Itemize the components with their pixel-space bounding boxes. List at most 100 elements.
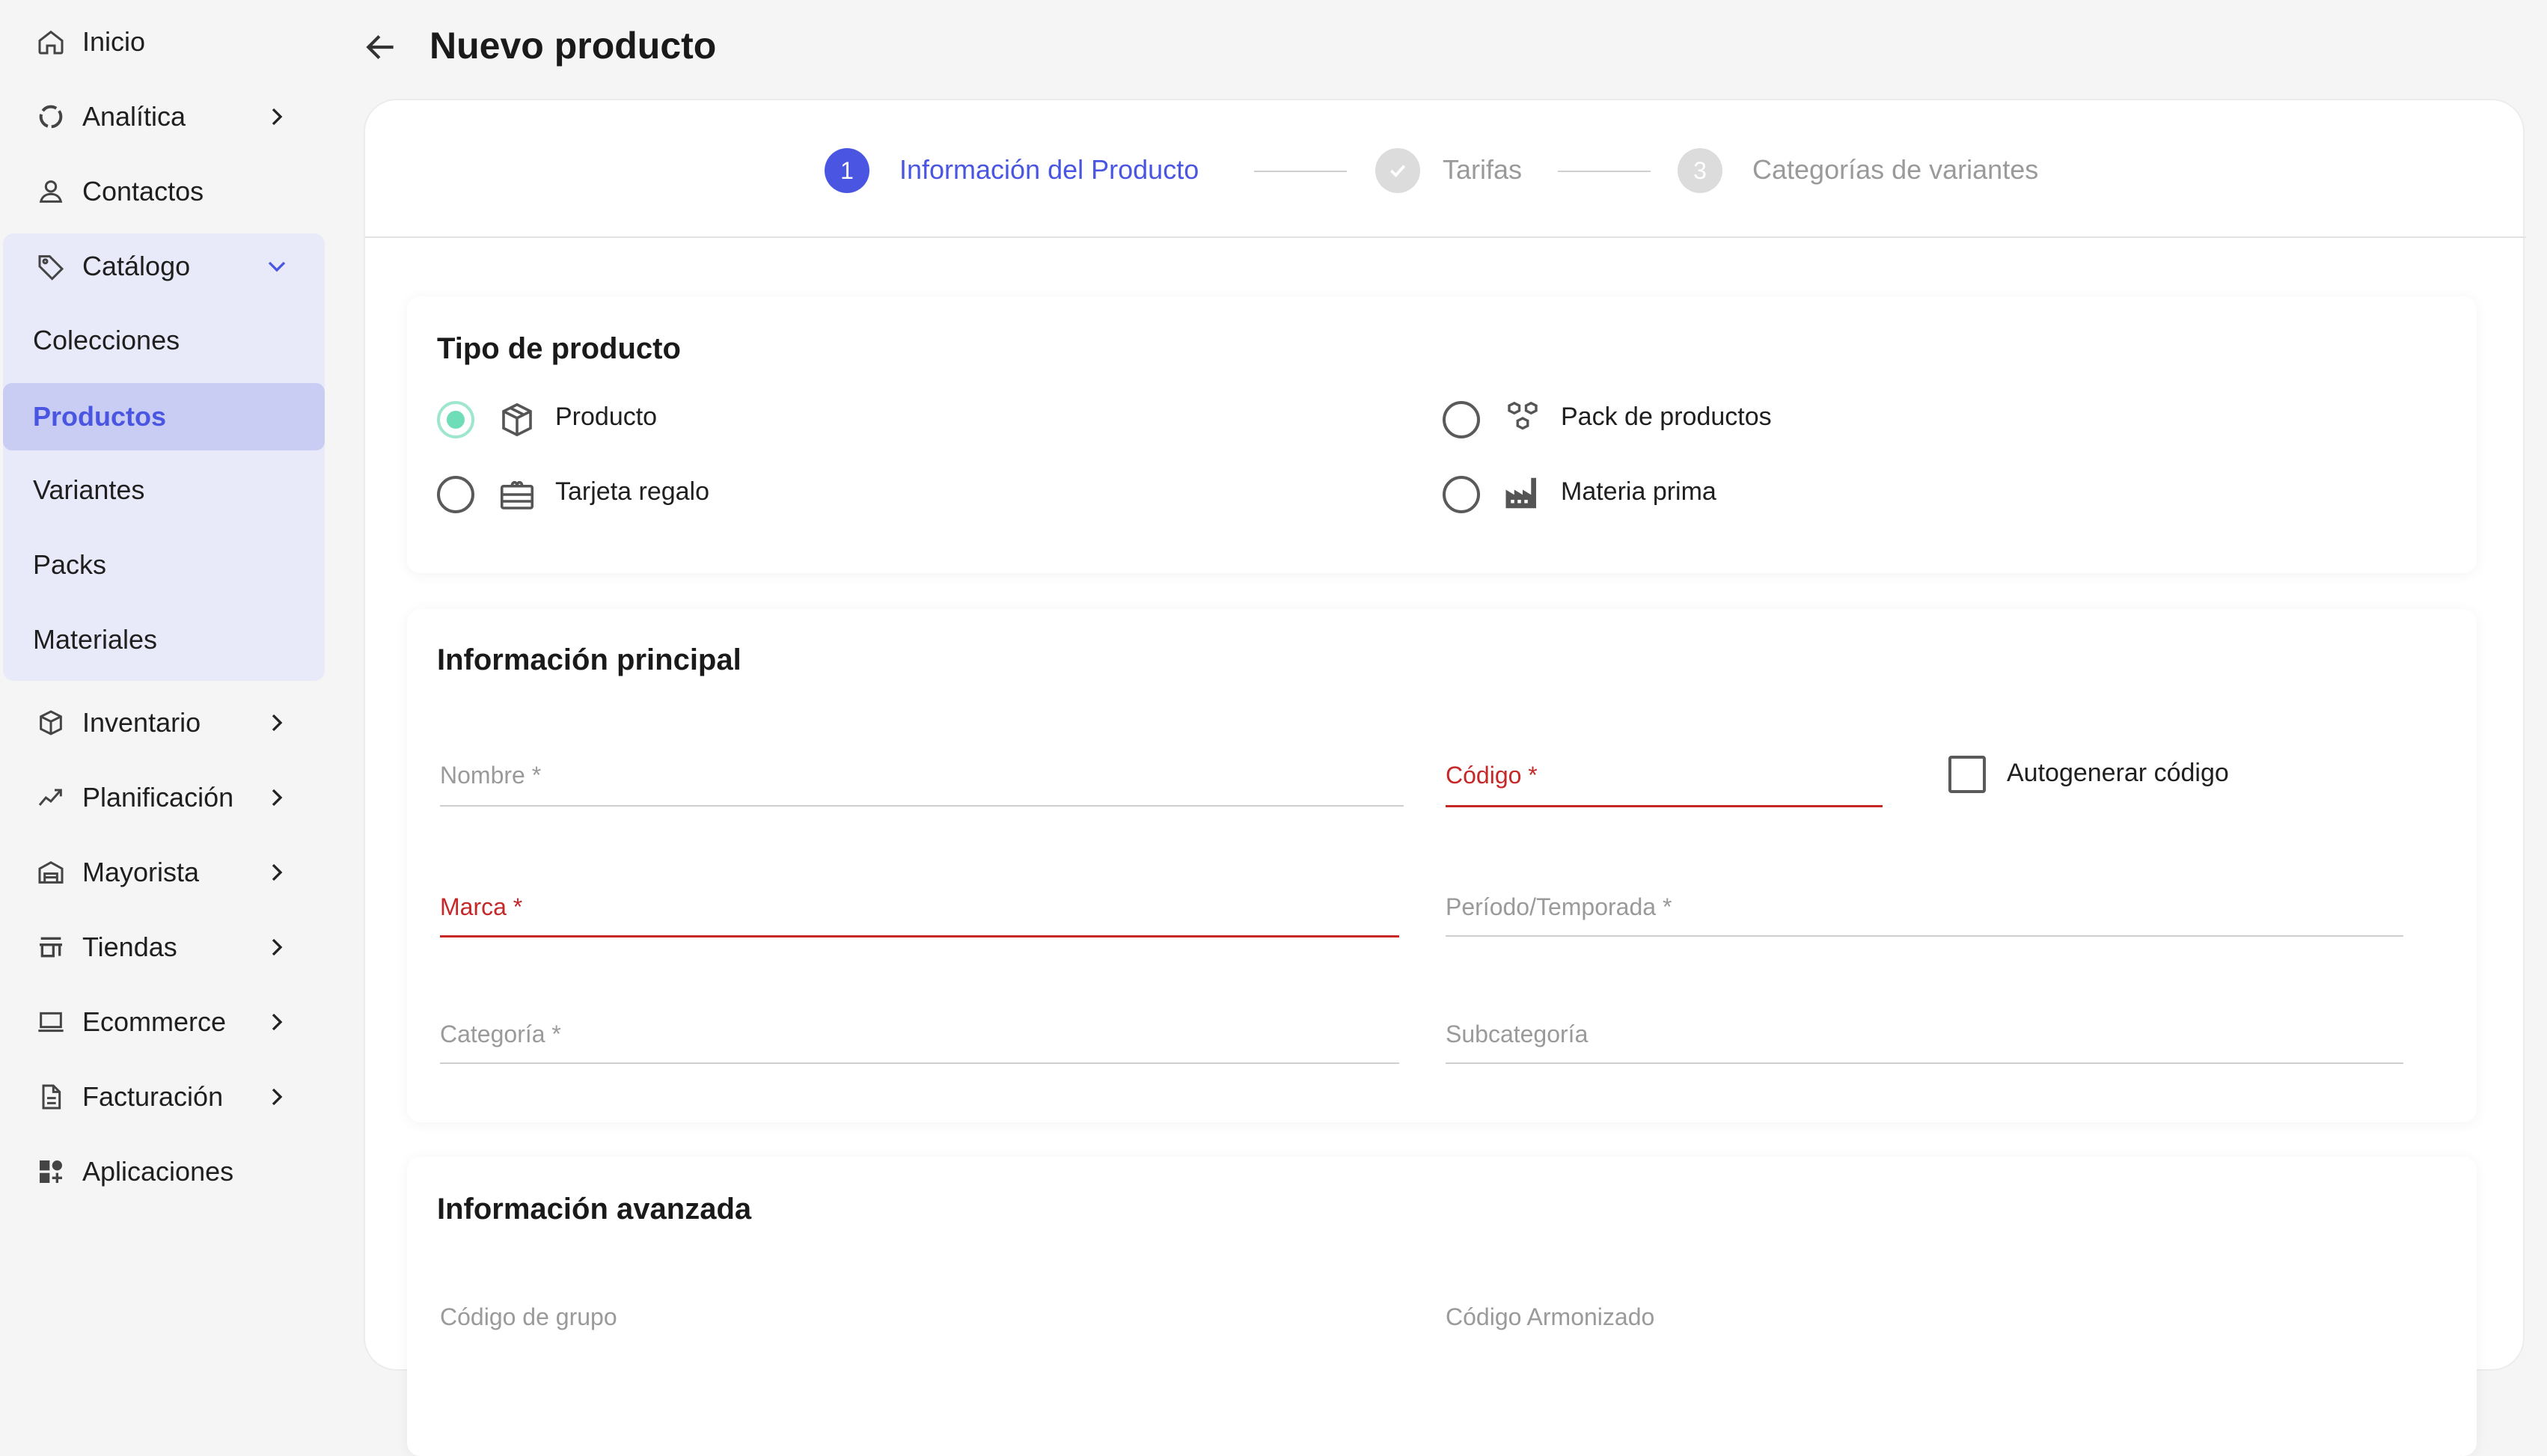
step-2-circle[interactable] — [1375, 148, 1420, 193]
codigo-armonizado-label[interactable]: Código Armonizado — [1446, 1303, 1654, 1331]
chevron-right-icon — [272, 938, 283, 956]
codigo-grupo-label[interactable]: Código de grupo — [440, 1303, 617, 1331]
nav-ecommerce[interactable]: Ecommerce — [3, 988, 325, 1056]
sub-productos[interactable]: Productos — [3, 383, 325, 450]
nav-catalogo-label: Catálogo — [82, 251, 191, 281]
sub-colecciones-label: Colecciones — [33, 325, 180, 355]
marca-label: Marca * — [440, 893, 523, 920]
chevron-right-icon — [272, 108, 283, 126]
sub-packs[interactable]: Packs — [3, 531, 325, 599]
factory-icon — [1505, 477, 1536, 509]
trend-icon — [34, 781, 67, 814]
back-arrow-icon[interactable] — [362, 28, 400, 66]
radio-tarjeta-regalo[interactable] — [437, 476, 474, 513]
step-3-number: 3 — [1693, 156, 1707, 184]
product-type-title: Tipo de producto — [437, 332, 681, 365]
sub-materiales-label: Materiales — [33, 624, 158, 655]
nav-analitica-label: Analítica — [82, 101, 186, 132]
chart-icon — [34, 100, 67, 133]
chevron-right-icon — [272, 714, 283, 732]
periodo-underline — [1446, 935, 2403, 937]
nav-mayorista[interactable]: Mayorista — [3, 838, 325, 907]
nav-catalogo[interactable]: Catálogo — [3, 232, 325, 301]
nav-inicio[interactable]: Inicio — [3, 7, 325, 76]
nav-ecommerce-label: Ecommerce — [82, 1006, 227, 1037]
nav-planificacion[interactable]: Planificación — [3, 763, 325, 832]
radio-materia-prima[interactable] — [1443, 476, 1480, 513]
warehouse-icon — [34, 856, 67, 889]
packs-icon — [1508, 401, 1538, 430]
page-title: Nuevo producto — [429, 25, 717, 67]
option-pack-label[interactable]: Pack de productos — [1561, 403, 1772, 432]
autogenerar-label[interactable]: Autogenerar código — [2007, 759, 2229, 788]
sub-colecciones[interactable]: Colecciones — [3, 307, 325, 374]
step-1-label[interactable]: Información del Producto — [899, 154, 1199, 186]
nav-inventario[interactable]: Inventario — [3, 688, 325, 757]
chevron-right-icon — [272, 789, 283, 807]
marca-underline — [440, 935, 1399, 937]
chevron-right-icon — [272, 863, 283, 881]
radio-pack-productos[interactable] — [1443, 401, 1480, 438]
stepper: 1 Información del Producto Tarifas 3 Cat… — [365, 100, 2526, 238]
gift-card-icon — [500, 480, 534, 510]
chevron-right-icon — [272, 1013, 283, 1031]
advanced-info-section: Información avanzada Código de grupo Cód… — [407, 1157, 2477, 1456]
categoria-underline — [440, 1062, 1399, 1064]
categoria-label: Categoría * — [440, 1021, 561, 1047]
nav-contactos[interactable]: Contactos — [3, 157, 325, 226]
option-tarjeta-label[interactable]: Tarjeta regalo — [555, 477, 709, 507]
tag-icon — [34, 250, 67, 283]
nav-planificacion-label: Planificación — [82, 782, 234, 813]
document-icon — [34, 1080, 67, 1113]
subcategoria-underline — [1446, 1062, 2403, 1064]
step-1-circle[interactable]: 1 — [825, 148, 869, 193]
sub-variantes-label: Variantes — [33, 474, 145, 505]
nombre-label: Nombre * — [440, 762, 542, 789]
laptop-icon — [34, 1006, 67, 1039]
autogenerar-checkbox[interactable] — [1948, 756, 1986, 793]
chevron-down-icon — [268, 261, 286, 272]
option-materia-label[interactable]: Materia prima — [1561, 477, 1716, 507]
sidebar: Inicio Analítica Contactos Catálogo Cole… — [0, 0, 344, 1338]
main-info-section: Información principal Nombre * Código * … — [407, 609, 2477, 1122]
check-icon — [1389, 165, 1406, 177]
codigo-label: Código * — [1446, 762, 1538, 789]
sub-materiales[interactable]: Materiales — [3, 606, 325, 673]
nav-analitica[interactable]: Analítica — [3, 82, 325, 151]
apps-icon — [34, 1155, 67, 1188]
nav-facturacion[interactable]: Facturación — [3, 1062, 325, 1131]
main-info-title: Información principal — [437, 643, 742, 676]
step-1-number: 1 — [840, 156, 854, 184]
radio-producto[interactable] — [437, 401, 474, 438]
nav-mayorista-label: Mayorista — [82, 857, 200, 887]
step-connector — [1558, 171, 1651, 172]
option-producto-label[interactable]: Producto — [555, 403, 657, 432]
codigo-underline — [1446, 805, 1883, 807]
main-card: 1 Información del Producto Tarifas 3 Cat… — [364, 99, 2526, 1456]
subcategoria-label: Subcategoría — [1446, 1021, 1589, 1047]
nav-aplicaciones[interactable]: Aplicaciones — [3, 1137, 325, 1206]
box-icon — [34, 706, 67, 739]
nav-aplicaciones-label: Aplicaciones — [82, 1156, 234, 1187]
nav-inventario-label: Inventario — [82, 707, 201, 738]
nav-tiendas-label: Tiendas — [82, 932, 177, 962]
store-icon — [34, 931, 67, 964]
sub-packs-label: Packs — [33, 549, 107, 580]
sub-productos-label: Productos — [33, 401, 167, 432]
step-2-label[interactable]: Tarifas — [1443, 154, 1522, 186]
product-type-section: Tipo de producto Producto Pack de produc… — [407, 296, 2477, 573]
nav-facturacion-label: Facturación — [82, 1081, 224, 1112]
step-3-label[interactable]: Categorías de variantes — [1752, 154, 2038, 186]
step-3-circle[interactable]: 3 — [1678, 148, 1722, 193]
nombre-underline — [440, 805, 1404, 807]
advanced-info-title: Información avanzada — [437, 1193, 752, 1226]
nav-tiendas[interactable]: Tiendas — [3, 913, 325, 982]
chevron-right-icon — [272, 1088, 283, 1106]
periodo-label: Período/Temporada * — [1446, 893, 1672, 920]
sub-variantes[interactable]: Variantes — [3, 456, 325, 524]
package-icon — [502, 403, 532, 437]
user-icon — [34, 175, 67, 208]
nav-inicio-label: Inicio — [82, 26, 146, 57]
step-connector — [1254, 171, 1347, 172]
nav-contactos-label: Contactos — [82, 176, 204, 207]
